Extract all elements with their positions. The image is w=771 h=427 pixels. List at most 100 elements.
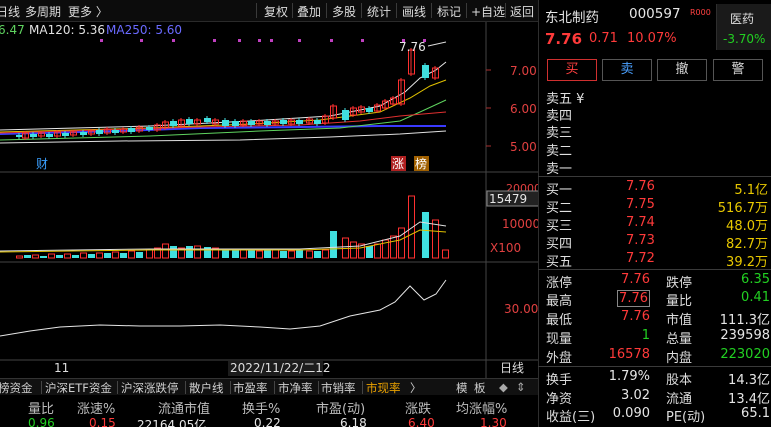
- stat-value: 13.4亿: [728, 392, 770, 407]
- candle-down: [342, 110, 349, 120]
- order-price: 7.73: [626, 233, 655, 248]
- adjust-button[interactable]: 复权: [264, 3, 288, 20]
- volume-bar-down: [232, 250, 239, 258]
- tab-pe[interactable]: 市盈率: [233, 380, 268, 396]
- volume-bar-up: [80, 252, 87, 259]
- tab-template[interactable]: 模: [456, 380, 468, 396]
- sell-order-row[interactable]: 卖三: [544, 122, 768, 141]
- signal-dot: [330, 39, 333, 42]
- stat-value: 7.76: [617, 290, 650, 307]
- volume-bar-up: [64, 253, 71, 259]
- volume-bar-down: [264, 250, 271, 258]
- candle-down: [30, 134, 37, 137]
- stat-row: 最低 7.76 市值 111.3亿: [544, 309, 770, 328]
- kline-chart[interactable]: 7.006.005.00200001547910000X10030.00日线11…: [0, 0, 538, 378]
- tab-pcf[interactable]: 市现率: [366, 380, 401, 396]
- stat-label: 换手: [546, 373, 573, 388]
- candle-down: [128, 128, 135, 132]
- overlay-button[interactable]: 叠加: [297, 3, 321, 20]
- volume-bar-up: [350, 241, 357, 259]
- volume-bar-up: [398, 227, 405, 259]
- limit-up-badge: 涨: [392, 156, 404, 171]
- cell-volume-ratio: 0.96: [28, 416, 55, 427]
- tab-board[interactable]: 板: [474, 380, 486, 396]
- finance-badge: 财: [36, 157, 48, 171]
- sell-order-row[interactable]: 卖一: [544, 158, 768, 177]
- candle-down: [62, 133, 69, 136]
- volume-bar-up: [272, 249, 279, 259]
- signal-dot: [298, 39, 301, 42]
- mark-button[interactable]: 标记: [437, 3, 461, 20]
- stock-tag: R000: [690, 8, 711, 17]
- volume-bar-up: [256, 250, 263, 259]
- chart-toolbar: 日线 多周期 更多 〉 复权 叠加 多股 统计 画线 标记 +自选 返回: [0, 0, 538, 22]
- x-axis-label: 2022/11/22/二12: [230, 361, 330, 375]
- bottom-table-row[interactable]: 0.96 0.15 22164.05亿 0.22 6.18 6.40 1.30: [0, 414, 538, 427]
- buy-order-row[interactable]: 买三 7.74 48.0万: [544, 215, 768, 234]
- more-button[interactable]: 更多 〉: [68, 3, 108, 20]
- volume-bar-up: [162, 243, 169, 259]
- cell-turnover: 0.22: [254, 416, 281, 427]
- sell-order-row[interactable]: 卖二: [544, 140, 768, 159]
- buy-order-row[interactable]: 买二 7.75 516.7万: [544, 197, 768, 216]
- volume-bar-up: [212, 247, 219, 259]
- tab-limit-up-down[interactable]: 沪深涨跌停: [121, 380, 179, 396]
- tab-ps[interactable]: 市销率: [321, 380, 356, 396]
- multi-stock-button[interactable]: 多股: [332, 3, 356, 20]
- back-button[interactable]: 返回: [510, 3, 534, 20]
- multi-period-button[interactable]: 多周期: [25, 3, 61, 20]
- volume-bar-up: [48, 253, 55, 259]
- cell-avg-rise: 1.30: [480, 416, 507, 427]
- candle-down: [80, 132, 87, 135]
- ma250-value: MA250: 5.60: [106, 23, 183, 37]
- price-change-pct: 10.07%: [627, 31, 677, 46]
- statistics-button[interactable]: 统计: [367, 3, 391, 20]
- tab-retail-line[interactable]: 散户线: [189, 380, 224, 396]
- current-volume-label: 15479: [489, 192, 527, 206]
- tab-etf-fund[interactable]: 沪深ETF资金: [45, 380, 112, 396]
- sector-box[interactable]: 医药 -3.70%: [716, 4, 771, 50]
- stat-label: 量比: [666, 294, 693, 309]
- sell-order-row[interactable]: 卖四: [544, 105, 768, 124]
- volume-bar-down: [72, 255, 79, 258]
- tab-arrows-icon[interactable]: ⇕: [516, 380, 526, 394]
- order-label: 卖三: [546, 126, 573, 141]
- tab-pb[interactable]: 市净率: [278, 380, 313, 396]
- buy-button[interactable]: 买: [547, 59, 597, 81]
- candle-down: [296, 120, 303, 124]
- order-volume: 5.1亿: [734, 183, 768, 198]
- candle-down: [170, 121, 177, 126]
- order-label: 卖二: [546, 144, 573, 159]
- price-axis-label: 6.00: [510, 102, 537, 116]
- stat-label: 跌停: [666, 276, 693, 291]
- draw-line-button[interactable]: 画线: [402, 3, 426, 20]
- buy-order-row[interactable]: 买四 7.73 82.7万: [544, 233, 768, 252]
- tab-diamond-icon[interactable]: ◆: [499, 380, 508, 394]
- stat-value: 14.3亿: [728, 373, 770, 388]
- order-volume: 48.0万: [726, 219, 768, 234]
- stat-value: 239598: [720, 328, 770, 343]
- bottom-table-header: 量比 涨速% 流通市值 换手% 市盈(动) 涨跌 均涨幅%: [0, 396, 538, 417]
- volume-bar-down: [248, 250, 255, 258]
- candle-down: [204, 118, 211, 122]
- tab-fund-rank[interactable]: 榜资金: [0, 380, 33, 396]
- tab-next-arrow[interactable]: 〉: [410, 380, 422, 396]
- volume-bar-down: [314, 251, 321, 258]
- signal-dot: [100, 39, 103, 42]
- alert-button[interactable]: 警: [713, 59, 763, 81]
- volume-bar-up: [288, 250, 295, 259]
- indicator-axis-label: 30.00: [504, 302, 538, 316]
- volume-bar-down: [88, 254, 95, 258]
- order-label: 买四: [546, 237, 573, 252]
- volume-bar-up: [96, 252, 103, 259]
- period-day-button[interactable]: 日线: [0, 3, 20, 20]
- sell-button[interactable]: 卖: [602, 59, 652, 81]
- sell-order-row[interactable]: 卖五 ¥: [544, 88, 768, 107]
- stock-name: 东北制药: [545, 10, 599, 26]
- stat-value: 65.1: [741, 406, 770, 421]
- cancel-order-button[interactable]: 撤: [657, 59, 707, 81]
- add-watchlist-button[interactable]: +自选: [471, 3, 505, 20]
- buy-order-row[interactable]: 买五 7.72 39.2万: [544, 251, 768, 270]
- price-axis-label: 7.00: [510, 64, 537, 78]
- buy-order-row[interactable]: 买一 7.76 5.1亿: [544, 179, 768, 198]
